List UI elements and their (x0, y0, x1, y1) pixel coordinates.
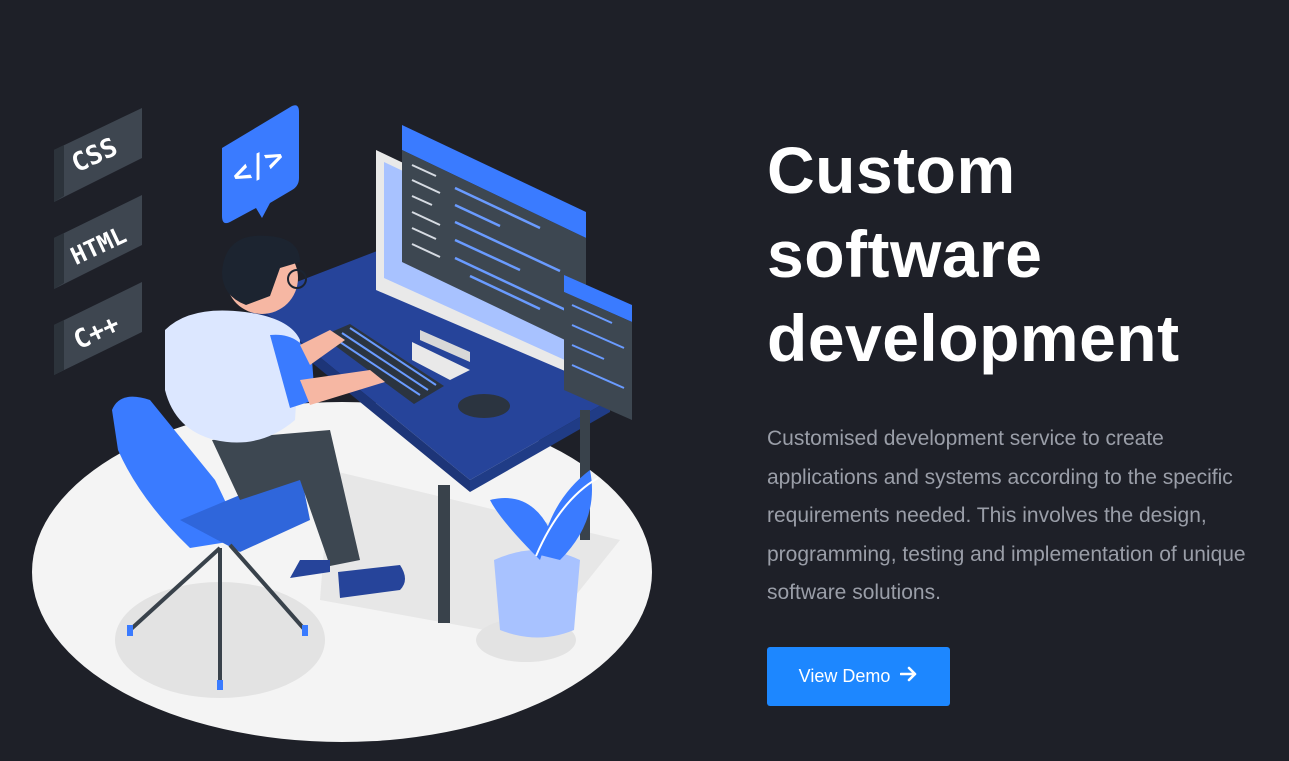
html-tag: HTML (54, 195, 142, 289)
hero-description: Customised development service to create… (767, 427, 1246, 604)
hero-title: Custom software development (767, 128, 1277, 380)
hero-title-line: development (767, 301, 1180, 375)
hero-section: CSS HTML C++ </> Custom software develop… (0, 0, 1289, 761)
view-demo-button[interactable]: View Demo (767, 647, 950, 706)
code-bubble-icon: </> (222, 105, 299, 224)
developer-illustration: CSS HTML C++ </> (32, 105, 652, 742)
hero-title-line: Custom (767, 133, 1016, 207)
hero-title-line: software (767, 217, 1043, 291)
css-tag: CSS (54, 108, 142, 202)
cpp-tag: C++ (54, 282, 142, 375)
view-demo-label: View Demo (798, 666, 891, 686)
mouse (458, 394, 510, 418)
arrow-right-icon (900, 665, 918, 688)
hero-content: Custom software development Customised d… (767, 128, 1277, 613)
